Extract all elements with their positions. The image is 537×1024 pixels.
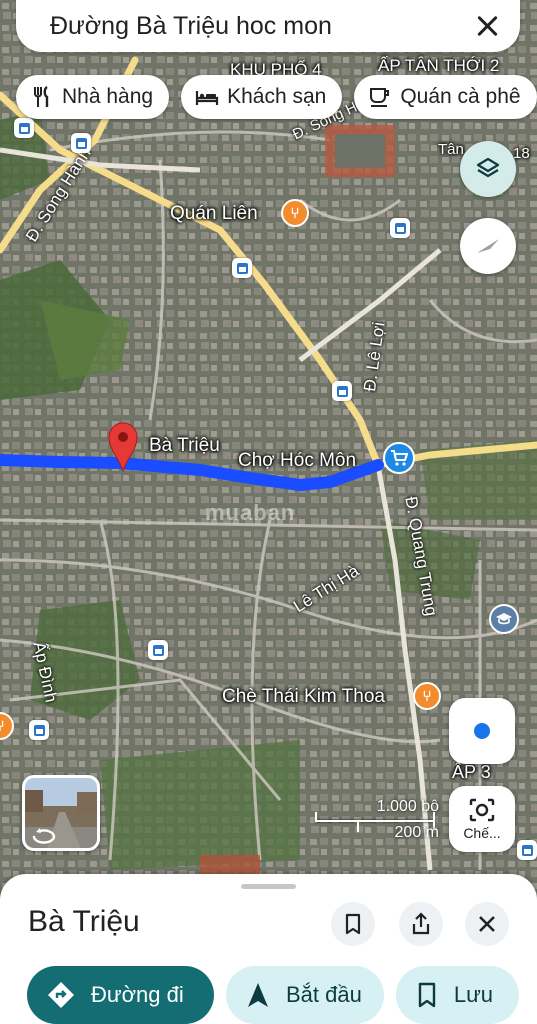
school-icon[interactable] xyxy=(489,604,519,634)
poi-label-che[interactable]: Chè Thái Kim Thoa xyxy=(222,686,385,708)
restaurant-icon[interactable]: ⑂ xyxy=(413,682,441,710)
place-bottom-sheet[interactable]: Bà Triệu Đường đi Bắt đầu Lưu xyxy=(0,874,537,1024)
chip-cafes[interactable]: Quán cà phê xyxy=(354,75,537,119)
chip-label: Quán cà phê xyxy=(400,85,521,108)
area-label: Tân xyxy=(438,141,464,158)
bookmark-icon xyxy=(345,913,361,935)
area-label: ẤP TÂN THỚI 2 xyxy=(378,56,500,75)
directions-button[interactable]: Đường đi xyxy=(27,966,214,1024)
bookmark-icon xyxy=(418,982,436,1008)
watermark: muaban xyxy=(205,500,296,525)
scale-metric: 200 m xyxy=(394,824,439,841)
chip-label: Khách sạn xyxy=(227,85,327,108)
bus-stop-icon[interactable] xyxy=(71,133,91,153)
scale-bar: 1.000 bộ 200 m xyxy=(315,798,445,845)
bus-stop-icon[interactable] xyxy=(517,840,537,860)
lens-button[interactable]: Chế... xyxy=(449,786,515,852)
lens-label: Chế... xyxy=(463,825,501,841)
bus-stop-icon[interactable] xyxy=(390,218,410,238)
share-icon xyxy=(412,912,430,935)
layers-icon xyxy=(476,157,500,178)
bus-stop-icon[interactable] xyxy=(148,640,168,660)
directions-icon xyxy=(48,982,74,1008)
place-title: Bà Triệu xyxy=(28,905,140,938)
camera-lens-icon xyxy=(469,798,495,822)
category-chips: Nhà hàng Khách sạn Quán cà phê xyxy=(16,75,537,119)
chip-hotels[interactable]: Khách sạn xyxy=(181,75,343,119)
pin-label: Bà Triệu xyxy=(149,435,220,456)
chip-restaurants[interactable]: Nhà hàng xyxy=(16,75,170,119)
share-button[interactable] xyxy=(399,902,443,946)
bed-icon xyxy=(195,85,219,109)
navigation-arrow-icon xyxy=(248,983,268,1007)
shopping-cart-icon[interactable] xyxy=(383,442,415,474)
search-input[interactable]: Đường Bà Triệu hoc mon xyxy=(50,12,474,41)
bus-stop-icon[interactable] xyxy=(29,720,49,740)
my-location-icon xyxy=(474,723,490,739)
compass-icon xyxy=(477,239,499,253)
area-label: ẤP 3 xyxy=(452,762,491,782)
location-pin-icon[interactable] xyxy=(107,420,139,473)
save-label: Lưu xyxy=(453,982,494,1007)
bus-stop-icon[interactable] xyxy=(14,118,34,138)
my-location-button[interactable] xyxy=(449,698,515,764)
save-button[interactable]: Lưu xyxy=(395,966,520,1024)
drag-handle[interactable] xyxy=(241,884,296,889)
action-buttons: Đường đi Bắt đầu Lưu xyxy=(27,966,520,1024)
save-place-button[interactable] xyxy=(331,902,375,946)
close-icon[interactable] xyxy=(474,13,500,39)
area-label: 18 xyxy=(513,145,530,162)
search-bar[interactable]: Đường Bà Triệu hoc mon xyxy=(16,0,520,52)
start-label: Bắt đầu xyxy=(286,982,362,1007)
layers-button[interactable] xyxy=(460,141,516,197)
poi-label-quan-lien[interactable]: Quán Liên xyxy=(170,203,258,225)
bus-stop-icon[interactable] xyxy=(332,381,352,401)
chip-label: Nhà hàng xyxy=(62,85,154,108)
close-sheet-button[interactable] xyxy=(465,902,509,946)
map-canvas[interactable]: muaban KHU PHỐ 4 ẤP TÂN THỚI 2 Tân 18 ẤP… xyxy=(0,0,537,1024)
scale-imperial: 1.000 bộ xyxy=(376,798,439,815)
street-view-thumbnail[interactable] xyxy=(22,775,100,851)
scale-line xyxy=(315,820,435,822)
close-icon xyxy=(479,916,495,932)
start-button[interactable]: Bắt đầu xyxy=(226,966,384,1024)
bus-stop-icon[interactable] xyxy=(232,258,252,278)
street-view-rotate-icon xyxy=(32,828,56,844)
poi-label-market[interactable]: Chợ Hóc Môn xyxy=(238,450,356,472)
directions-label: Đường đi xyxy=(91,982,184,1007)
restaurant-icon[interactable]: ⑂ xyxy=(281,199,309,227)
coffee-cup-icon xyxy=(368,85,392,109)
compass-button[interactable] xyxy=(460,218,516,274)
fork-knife-icon xyxy=(30,85,54,109)
